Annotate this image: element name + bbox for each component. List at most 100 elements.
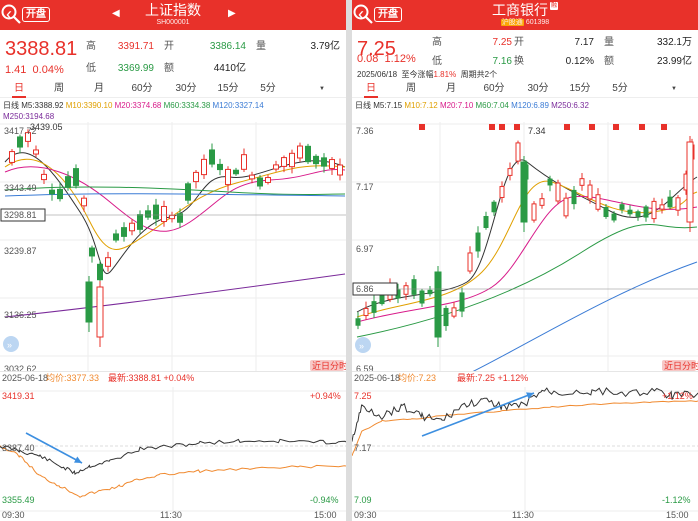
header-bar: ‹ 开盘 工商银行融 沪股通 601398 — [352, 0, 698, 30]
last-price-label: 最新:3388.81 +0.04% — [108, 372, 194, 383]
margin-badge: 融 — [549, 2, 558, 10]
low-label: 低 — [432, 56, 442, 67]
next-stock-icon[interactable]: ▶ — [228, 7, 236, 21]
candle — [57, 188, 63, 200]
candle — [355, 318, 361, 326]
stock-code: 601398 — [525, 19, 550, 26]
candle — [443, 307, 449, 327]
note-pct: 1.81% — [433, 70, 457, 79]
candle — [587, 184, 593, 200]
candle — [121, 227, 127, 237]
y-axis-label: 3136.25 — [4, 310, 37, 320]
candle — [491, 201, 497, 213]
price-change: 0.08 1.12% — [357, 53, 416, 65]
pct-top-label: +0.94% — [310, 391, 341, 401]
candle — [225, 168, 231, 186]
candle — [451, 307, 457, 317]
kline-chart[interactable]: 7.367.176.976.866.597.34近日分时» — [352, 122, 698, 372]
y-mid-label: 3387.40 — [2, 443, 35, 453]
shanghai-index-panel: ‹ 开盘 ◀ 上证指数 SH000001 ▶ 3388.81 1.41 0.04… — [0, 0, 346, 521]
time-end: 15:00 — [314, 510, 337, 520]
open-label: 开 — [514, 37, 524, 48]
y-top-label: 3419.31 — [2, 391, 35, 401]
tab-more-dropdown-icon[interactable]: ▼ — [668, 82, 680, 97]
candle — [97, 263, 103, 281]
tab-60min[interactable]: 60分 — [128, 82, 156, 96]
tab-30min[interactable]: 30分 — [172, 82, 200, 96]
time-start: 09:30 — [354, 510, 377, 520]
low-label: 低 — [86, 63, 96, 74]
ma-value-1: M10:3390.10 — [65, 101, 115, 110]
tab-15min[interactable]: 15分 — [214, 82, 242, 96]
period-tabs: 日 周 月 60分 30分 15分 5分 ▼ — [352, 82, 698, 98]
candle — [363, 307, 369, 317]
tab-more-dropdown-icon[interactable]: ▼ — [316, 82, 328, 97]
tab-week[interactable]: 周 — [404, 82, 418, 96]
volume-value: 332.1万 — [656, 37, 692, 48]
expand-arrow-icon: » — [7, 340, 12, 350]
last-price: 3388.81 — [5, 38, 78, 60]
candle — [627, 209, 633, 215]
tab-day[interactable]: 日 — [364, 82, 378, 98]
amount-value: 23.99亿 — [656, 56, 692, 67]
candle — [113, 233, 119, 241]
search-icon[interactable] — [352, 3, 374, 25]
big-candle — [520, 161, 528, 223]
candle — [49, 189, 55, 195]
time-end: 15:00 — [666, 510, 689, 520]
y-axis-label: 6.97 — [356, 244, 374, 254]
tab-60min[interactable]: 60分 — [480, 82, 508, 96]
time-mid: 11:30 — [512, 510, 534, 520]
pct-bottom-label: -1.12% — [662, 495, 691, 505]
event-marker-icon — [661, 124, 667, 130]
y-axis-label: 3343.49 — [4, 183, 37, 193]
turnover-label: 换 — [514, 56, 524, 67]
tab-week[interactable]: 周 — [52, 82, 66, 96]
tab-15min[interactable]: 15分 — [566, 82, 594, 96]
icbc-stock-panel: ‹ 开盘 工商银行融 沪股通 601398 7.25 0.08 1.12% 高 7… — [352, 0, 698, 521]
candle — [467, 252, 473, 272]
big-candle — [96, 286, 104, 338]
tab-day[interactable]: 日 — [12, 82, 26, 98]
candle — [579, 178, 585, 186]
amount-label: 额 — [164, 63, 174, 74]
search-icon[interactable] — [0, 3, 22, 25]
candle — [33, 149, 39, 155]
tab-5min[interactable]: 5分 — [608, 82, 632, 96]
candle — [603, 207, 609, 217]
connect-tag: 沪股通 — [500, 19, 524, 26]
candle — [217, 163, 223, 171]
low-value: 3369.99 — [117, 63, 154, 74]
intraday-chart[interactable]: 2025-06-18均价:3377.33 最新:3388.81 +0.04% 341… — [0, 371, 346, 521]
y-axis-label: 3298.81 — [4, 210, 37, 220]
tab-month[interactable]: 月 — [92, 82, 106, 96]
candle — [411, 279, 417, 295]
volume-value: 3.79亿 — [310, 41, 340, 52]
open-value: 3386.14 — [209, 41, 246, 52]
tab-month[interactable]: 月 — [444, 82, 458, 96]
ma-legend-row2: M250:3194.68 — [3, 111, 54, 122]
candle — [9, 151, 15, 163]
open-label: 开 — [164, 41, 174, 52]
tab-30min[interactable]: 30分 — [524, 82, 552, 96]
candle — [209, 149, 215, 165]
candle — [65, 176, 71, 188]
page-title: 上证指数 — [145, 2, 201, 18]
tab-5min[interactable]: 5分 — [256, 82, 280, 96]
intraday-chart[interactable]: 2025-06-18均价:7.23 最新:7.25 +1.12% 7.25 7.17 7… — [352, 371, 698, 521]
candle — [499, 186, 505, 198]
note-periods: 周期共2个 — [460, 70, 498, 79]
ma-value-0: 日线 M5:7.15 — [355, 101, 405, 110]
high-label: 高 — [432, 37, 442, 48]
candle — [17, 136, 23, 148]
amount-label: 额 — [604, 56, 614, 67]
candle — [651, 200, 657, 220]
change-percent: 0.04% — [32, 64, 64, 76]
kline-chart[interactable]: 3417.723343.493298.813239.873136.253032.… — [0, 122, 346, 372]
ma-value-2: M20:7.10 — [439, 101, 476, 110]
candle — [137, 214, 143, 230]
y-bottom-label: 3355.49 — [2, 495, 35, 505]
candle — [305, 145, 311, 163]
candle — [265, 177, 271, 183]
ma-value-4: M120:6.89 — [511, 101, 552, 110]
